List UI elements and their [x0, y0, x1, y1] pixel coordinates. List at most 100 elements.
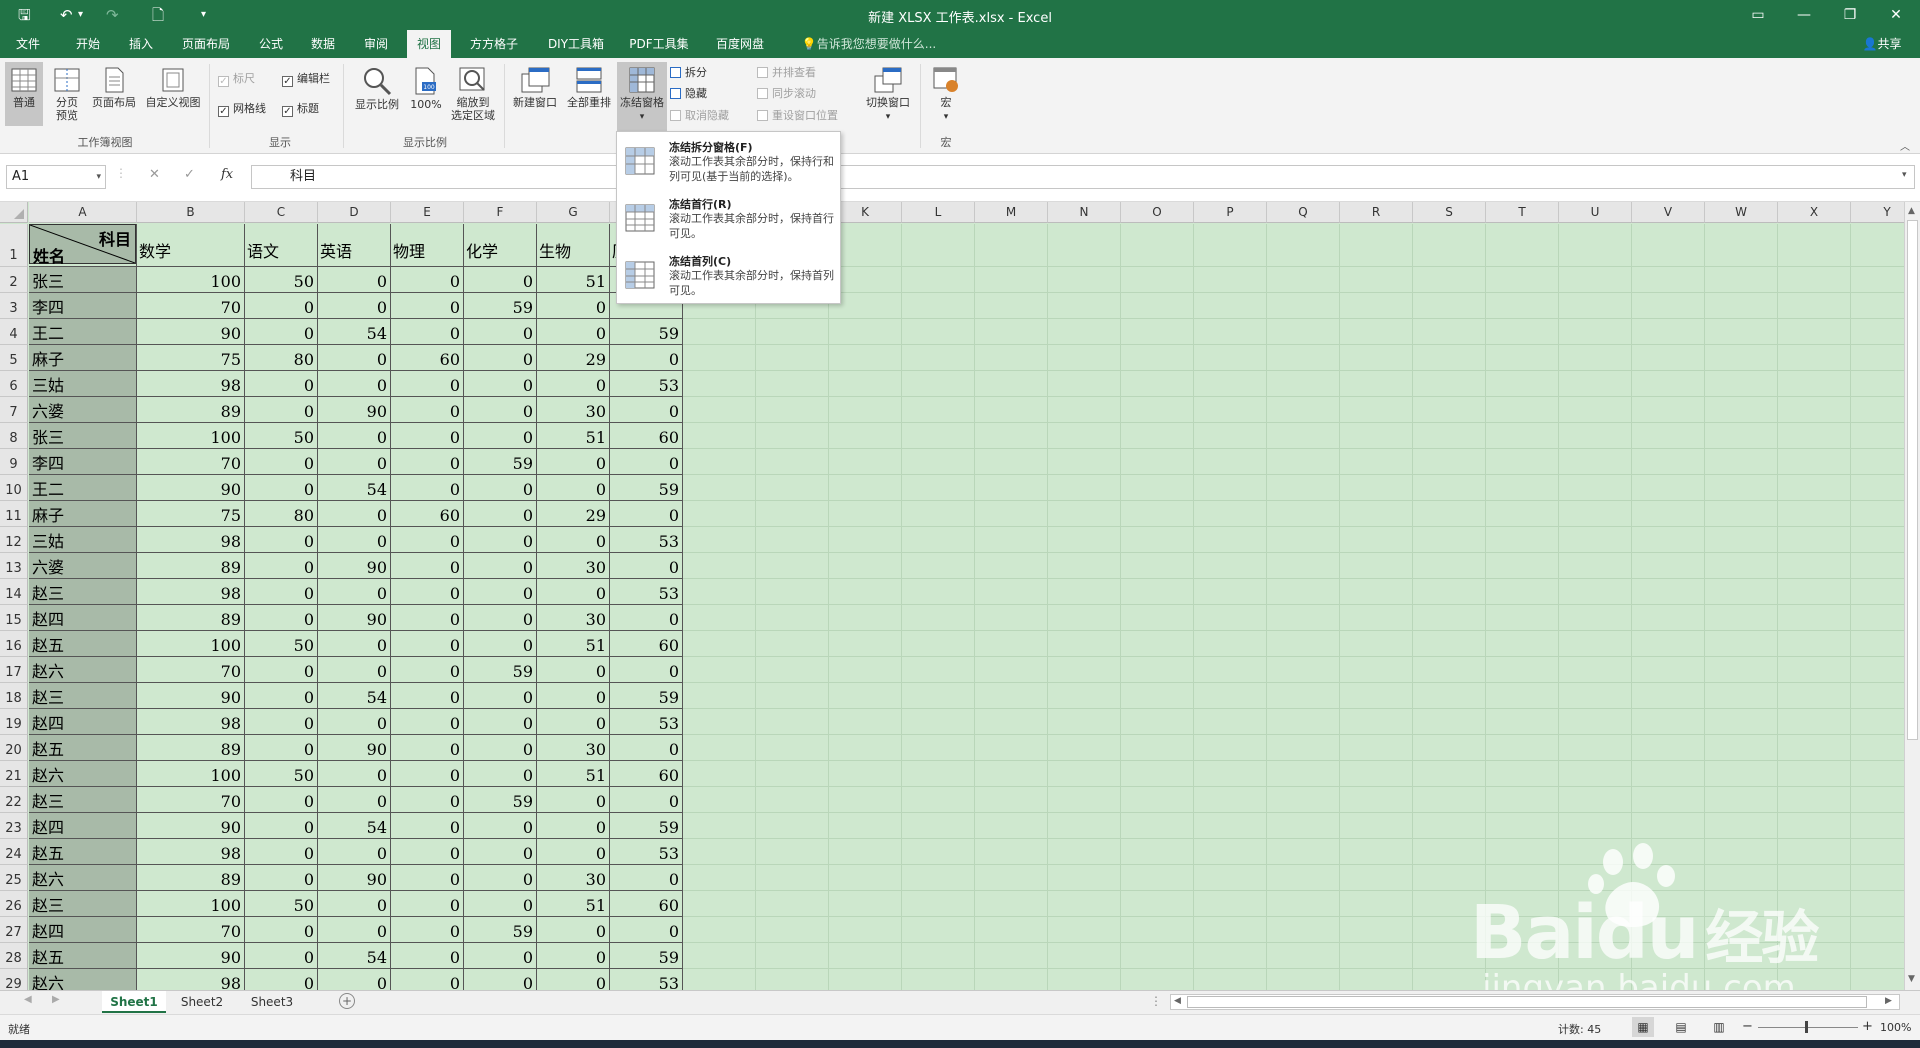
student-name-cell[interactable]: 赵三: [29, 891, 136, 916]
score-cell[interactable]: 0: [391, 553, 463, 578]
score-cell[interactable]: 0: [391, 891, 463, 916]
score-cell[interactable]: 54: [318, 475, 390, 500]
row-header[interactable]: 25: [0, 865, 28, 891]
score-cell[interactable]: 60: [610, 423, 682, 448]
sheet-tab-3[interactable]: Sheet3: [240, 991, 304, 1013]
score-cell[interactable]: 100: [137, 761, 244, 786]
score-cell[interactable]: 0: [464, 319, 536, 344]
gridlines-checkbox[interactable]: ✓ 网格线: [218, 100, 266, 118]
tab-page-layout[interactable]: 页面布局: [175, 30, 237, 58]
score-cell[interactable]: 89: [137, 865, 244, 890]
score-cell[interactable]: 53: [610, 839, 682, 864]
score-cell[interactable]: 0: [245, 839, 317, 864]
score-cell[interactable]: 54: [318, 813, 390, 838]
score-cell[interactable]: 30: [537, 553, 609, 578]
student-name-cell[interactable]: 赵六: [29, 969, 136, 990]
student-name-cell[interactable]: 麻子: [29, 345, 136, 370]
score-cell[interactable]: 59: [464, 917, 536, 942]
score-cell[interactable]: 60: [391, 345, 463, 370]
score-cell[interactable]: 0: [245, 293, 317, 318]
score-cell[interactable]: 60: [610, 761, 682, 786]
student-name-cell[interactable]: 赵四: [29, 813, 136, 838]
row-header[interactable]: 1: [0, 224, 28, 267]
score-cell[interactable]: 0: [610, 605, 682, 630]
score-cell[interactable]: 0: [464, 839, 536, 864]
score-cell[interactable]: 0: [245, 371, 317, 396]
score-cell[interactable]: 0: [245, 449, 317, 474]
student-name-cell[interactable]: 赵四: [29, 605, 136, 630]
score-cell[interactable]: 0: [245, 605, 317, 630]
scroll-thumb[interactable]: [1907, 220, 1918, 740]
score-cell[interactable]: 0: [391, 475, 463, 500]
tab-diy-toolbox[interactable]: DIY工具箱: [540, 30, 612, 58]
score-cell[interactable]: 0: [537, 579, 609, 604]
score-cell[interactable]: 0: [391, 267, 463, 292]
score-cell[interactable]: 51: [537, 423, 609, 448]
score-cell[interactable]: 0: [318, 761, 390, 786]
score-cell[interactable]: 0: [464, 969, 536, 990]
tab-review[interactable]: 审阅: [356, 30, 396, 58]
score-cell[interactable]: 0: [318, 345, 390, 370]
row-header[interactable]: 24: [0, 839, 28, 865]
student-name-cell[interactable]: 张三: [29, 267, 136, 292]
score-cell[interactable]: 0: [245, 917, 317, 942]
student-name-cell[interactable]: 赵三: [29, 787, 136, 812]
score-cell[interactable]: 0: [464, 735, 536, 760]
score-cell[interactable]: 59: [610, 319, 682, 344]
cell-a1[interactable]: 科目 姓名: [29, 224, 136, 266]
page-layout-view-button[interactable]: 页面布局: [88, 62, 140, 126]
row-header[interactable]: 8: [0, 423, 28, 449]
score-cell[interactable]: 0: [391, 865, 463, 890]
score-cell[interactable]: 0: [537, 787, 609, 812]
column-header-n[interactable]: N: [1048, 202, 1121, 223]
enter-icon[interactable]: ✓: [184, 167, 195, 182]
score-cell[interactable]: 29: [537, 345, 609, 370]
score-cell[interactable]: 0: [391, 917, 463, 942]
restore-icon[interactable]: ❐: [1827, 4, 1873, 26]
close-icon[interactable]: ✕: [1873, 4, 1919, 26]
score-cell[interactable]: 51: [537, 891, 609, 916]
freeze-panes-option[interactable]: 冻结拆分窗格(F) 滚动工作表其余部分时，保持行和列可见(基于当前的选择)。: [617, 135, 840, 192]
score-cell[interactable]: 30: [537, 605, 609, 630]
score-cell[interactable]: 0: [537, 917, 609, 942]
column-header-s[interactable]: S: [1413, 202, 1486, 223]
sheet-tab-1[interactable]: Sheet1: [102, 991, 166, 1013]
row-header[interactable]: 11: [0, 501, 28, 527]
page-break-preview-button[interactable]: 分页 预览: [48, 62, 86, 132]
column-header-o[interactable]: O: [1121, 202, 1194, 223]
score-cell[interactable]: 70: [137, 657, 244, 682]
column-header-g[interactable]: G: [537, 202, 610, 223]
score-cell[interactable]: 0: [537, 371, 609, 396]
row-header[interactable]: 16: [0, 631, 28, 657]
score-cell[interactable]: 98: [137, 839, 244, 864]
score-cell[interactable]: 70: [137, 449, 244, 474]
add-sheet-icon[interactable]: +: [339, 993, 355, 1009]
score-cell[interactable]: 0: [318, 917, 390, 942]
macros-button[interactable]: 宏 ▾: [928, 62, 964, 134]
student-name-cell[interactable]: 赵六: [29, 657, 136, 682]
score-cell[interactable]: 0: [245, 553, 317, 578]
page-break-status-icon[interactable]: ▥: [1708, 1017, 1730, 1037]
score-cell[interactable]: 59: [610, 475, 682, 500]
score-cell[interactable]: 0: [610, 865, 682, 890]
column-header-l[interactable]: L: [902, 202, 975, 223]
student-name-cell[interactable]: 赵三: [29, 683, 136, 708]
score-cell[interactable]: 90: [137, 475, 244, 500]
split-button[interactable]: 拆分: [670, 64, 707, 82]
score-cell[interactable]: 50: [245, 267, 317, 292]
score-cell[interactable]: 51: [537, 761, 609, 786]
score-cell[interactable]: 0: [610, 397, 682, 422]
zoom-to-selection-button[interactable]: 缩放到 选定区域: [448, 62, 498, 132]
score-cell[interactable]: 60: [391, 501, 463, 526]
tab-split-grip[interactable]: ⋮: [1150, 994, 1162, 1008]
student-name-cell[interactable]: 赵四: [29, 709, 136, 734]
score-cell[interactable]: 50: [245, 423, 317, 448]
row-header[interactable]: 22: [0, 787, 28, 813]
score-cell[interactable]: 60: [610, 891, 682, 916]
score-cell[interactable]: 0: [245, 657, 317, 682]
column-header-e[interactable]: E: [391, 202, 464, 223]
score-cell[interactable]: 0: [318, 267, 390, 292]
score-cell[interactable]: 0: [391, 709, 463, 734]
score-cell[interactable]: 0: [464, 553, 536, 578]
row-header[interactable]: 3: [0, 293, 28, 319]
